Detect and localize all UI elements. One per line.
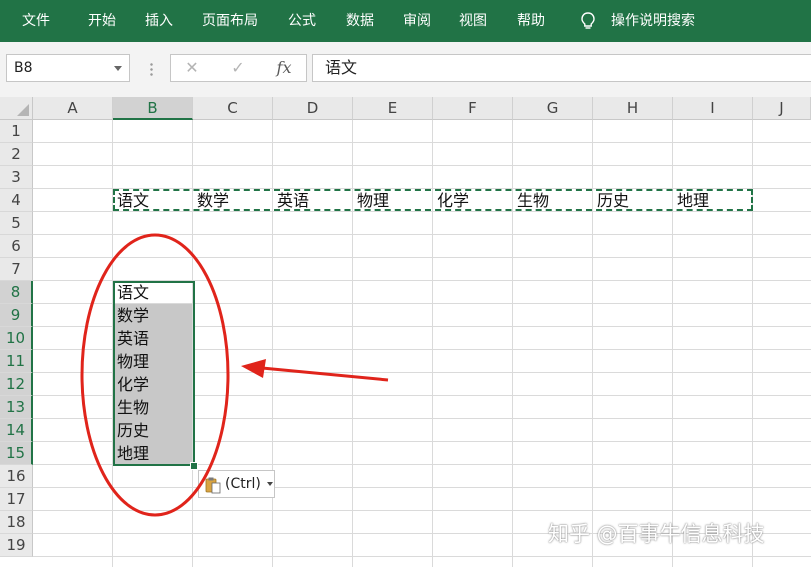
- row-header-1[interactable]: 1: [0, 120, 33, 143]
- enter-icon[interactable]: ✓: [223, 55, 253, 81]
- gridline-horizontal: [33, 556, 811, 557]
- tell-me-search[interactable]: 操作说明搜索: [611, 0, 695, 42]
- fill-handle[interactable]: [190, 462, 198, 470]
- row-header-19[interactable]: 19: [0, 534, 33, 557]
- insert-function-icon[interactable]: fx: [269, 55, 299, 81]
- paste-options-button[interactable]: (Ctrl): [198, 470, 275, 498]
- tab-review[interactable]: 审阅: [403, 0, 431, 42]
- name-box[interactable]: B8: [6, 54, 130, 82]
- column-header-c[interactable]: C: [193, 97, 273, 120]
- tab-page-layout[interactable]: 页面布局: [202, 0, 258, 42]
- gridline-horizontal: [33, 510, 811, 511]
- ribbon-bar: 文件 开始 插入 页面布局 公式 数据 审阅 视图 帮助 操作说明搜索: [0, 0, 811, 42]
- row-header-5[interactable]: 5: [0, 212, 33, 235]
- row-header-17[interactable]: 17: [0, 488, 33, 511]
- cancel-icon[interactable]: ✕: [177, 55, 207, 81]
- row-header-14[interactable]: 14: [0, 419, 33, 442]
- chevron-down-icon: [267, 482, 273, 486]
- column-header-g[interactable]: G: [513, 97, 593, 120]
- row-header-12[interactable]: 12: [0, 373, 33, 396]
- row-header-2[interactable]: 2: [0, 143, 33, 166]
- column-header-b[interactable]: B: [113, 97, 193, 120]
- select-all-triangle-icon: [17, 104, 29, 116]
- gridline-horizontal: [33, 165, 811, 166]
- tab-file[interactable]: 文件: [22, 0, 50, 42]
- tab-view[interactable]: 视图: [459, 0, 487, 42]
- tab-insert[interactable]: 插入: [145, 0, 173, 42]
- column-header-j[interactable]: J: [753, 97, 811, 120]
- formula-bar-grip[interactable]: [150, 62, 153, 76]
- row-header-7[interactable]: 7: [0, 258, 33, 281]
- row-header-10[interactable]: 10: [0, 327, 33, 350]
- column-header-f[interactable]: F: [433, 97, 513, 120]
- formula-input[interactable]: 语文: [312, 54, 811, 82]
- row-header-18[interactable]: 18: [0, 511, 33, 534]
- gridline-horizontal: [33, 234, 811, 235]
- column-header-i[interactable]: I: [673, 97, 753, 120]
- paste-options-label: (Ctrl): [225, 476, 261, 492]
- row-header-4[interactable]: 4: [0, 189, 33, 212]
- row-header-8[interactable]: 8: [0, 281, 33, 304]
- column-header-h[interactable]: H: [593, 97, 673, 120]
- row-header-9[interactable]: 9: [0, 304, 33, 327]
- column-header-e[interactable]: E: [353, 97, 433, 120]
- worksheet-grid[interactable]: ABCDEFGHIJ 1 2 3 4 5 6 7 8 9 10 11 12 13 14 15 16 17 18 19…: [0, 97, 811, 567]
- column-header-a[interactable]: A: [33, 97, 113, 120]
- tab-help[interactable]: 帮助: [517, 0, 545, 42]
- row-header-11[interactable]: 11: [0, 350, 33, 373]
- tab-home[interactable]: 开始: [88, 0, 116, 42]
- row-header-16[interactable]: 16: [0, 465, 33, 488]
- row-header-13[interactable]: 13: [0, 396, 33, 419]
- row-header-15[interactable]: 15: [0, 442, 33, 465]
- watermark: 知乎 @百事牛信息科技: [548, 522, 765, 546]
- gridline-horizontal: [33, 142, 811, 143]
- formula-bar: B8 ✕ ✓ fx 语文: [0, 42, 811, 98]
- tab-formulas[interactable]: 公式: [288, 0, 316, 42]
- name-box-value: B8: [14, 60, 33, 76]
- gridline-horizontal: [33, 257, 811, 258]
- chevron-down-icon[interactable]: [114, 66, 122, 71]
- column-header-d[interactable]: D: [273, 97, 353, 120]
- formula-input-value: 语文: [325, 58, 358, 77]
- row-header-3[interactable]: 3: [0, 166, 33, 189]
- gridline-horizontal: [33, 487, 811, 488]
- select-all-button[interactable]: [0, 97, 33, 120]
- selection-range: [113, 281, 195, 466]
- clipboard-icon: [205, 477, 221, 494]
- copy-marquee: [113, 189, 753, 211]
- formula-buttons: ✕ ✓ fx: [170, 54, 307, 82]
- tab-data[interactable]: 数据: [346, 0, 374, 42]
- row-header-6[interactable]: 6: [0, 235, 33, 258]
- lightbulb-icon[interactable]: [578, 11, 598, 31]
